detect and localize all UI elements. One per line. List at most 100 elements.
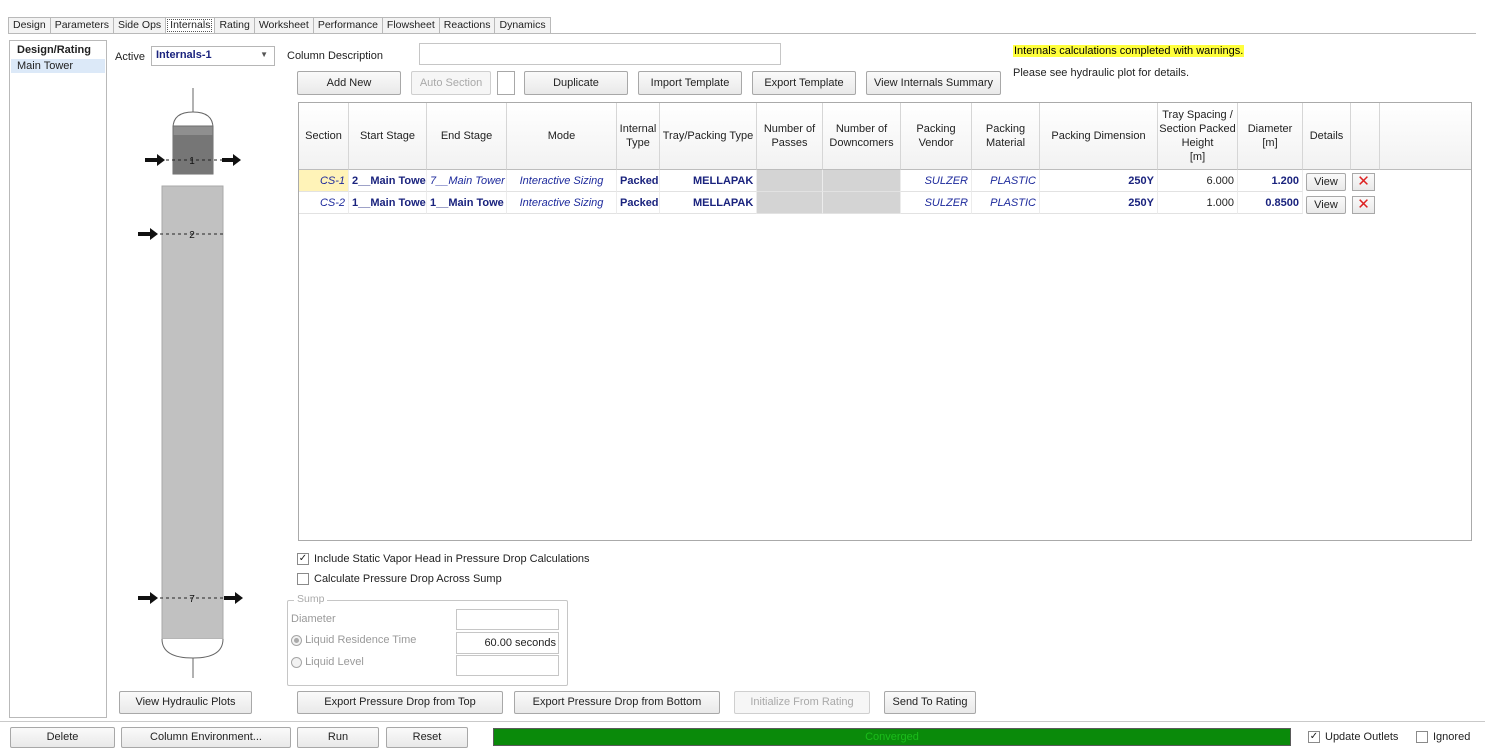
liquid-level-input[interactable] xyxy=(456,655,559,676)
add-new-button[interactable]: Add New xyxy=(297,71,401,95)
view-details-button[interactable]: View xyxy=(1306,173,1346,191)
update-outlets-option[interactable]: ✓ Update Outlets xyxy=(1308,731,1398,743)
run-button[interactable]: Run xyxy=(297,727,379,748)
stage-label-top: 1 xyxy=(189,156,195,167)
calculate-sump-checkbox[interactable] xyxy=(297,573,309,585)
view-details-button[interactable]: View xyxy=(1306,196,1346,214)
calculate-sump-label: Calculate Pressure Drop Across Sump xyxy=(314,573,502,585)
cell-passes xyxy=(757,170,823,192)
cell-packing-dimension[interactable]: 250Y xyxy=(1040,170,1158,192)
cell-diameter[interactable]: 1.200 xyxy=(1238,170,1303,192)
update-outlets-label: Update Outlets xyxy=(1325,731,1399,743)
delete-section-icon[interactable]: ✕ xyxy=(1352,196,1375,214)
cell-packing-vendor[interactable]: SULZER xyxy=(901,170,972,192)
cell-mode[interactable]: Interactive Sizing xyxy=(507,192,617,214)
header-internal-type: Internal Type xyxy=(617,103,660,170)
cell-packing-material[interactable]: PLASTIC xyxy=(972,192,1040,214)
tab-divider xyxy=(8,33,1476,34)
left-navigation: Design/Rating Main Tower xyxy=(9,40,107,718)
tab-rating[interactable]: Rating xyxy=(214,17,254,34)
view-hydraulic-plots-button[interactable]: View Hydraulic Plots xyxy=(119,691,252,714)
header-packing-dimension: Packing Dimension xyxy=(1040,103,1158,170)
tab-bar: Design Parameters Side Ops Internals Rat… xyxy=(8,17,551,34)
initialize-from-rating-button[interactable]: Initialize From Rating xyxy=(734,691,870,714)
header-tray-spacing: Tray Spacing / Section Packed Height [m] xyxy=(1158,103,1238,170)
column-environment-button[interactable]: Column Environment... xyxy=(121,727,291,748)
cell-start-stage[interactable]: 2__Main Towe xyxy=(349,170,427,192)
liquid-level-radio[interactable] xyxy=(291,656,302,668)
header-tray-packing-type: Tray/Packing Type xyxy=(660,103,757,170)
export-pressure-drop-top-button[interactable]: Export Pressure Drop from Top xyxy=(297,691,503,714)
cell-tray-spacing[interactable]: 1.000 xyxy=(1158,192,1238,214)
tab-dynamics[interactable]: Dynamics xyxy=(494,17,551,34)
tab-parameters[interactable]: Parameters xyxy=(49,17,113,34)
tab-design[interactable]: Design xyxy=(8,17,50,34)
tab-flowsheet[interactable]: Flowsheet xyxy=(381,17,439,34)
cell-mode[interactable]: Interactive Sizing xyxy=(507,170,617,192)
cell-diameter[interactable]: 0.8500 xyxy=(1238,192,1303,214)
include-static-vapor-label: Include Static Vapor Head in Pressure Dr… xyxy=(314,553,590,565)
cell-packing-material[interactable]: PLASTIC xyxy=(972,170,1040,192)
export-pressure-drop-bottom-button[interactable]: Export Pressure Drop from Bottom xyxy=(514,691,720,714)
cell-tray-packing-type[interactable]: MELLAPAK xyxy=(660,192,757,214)
liquid-residence-label: Liquid Residence Time xyxy=(305,634,417,646)
cell-end-stage[interactable]: 1__Main Towe xyxy=(427,192,507,214)
sump-diameter-input[interactable] xyxy=(456,609,559,630)
stage-label-middle: 2 xyxy=(189,230,195,241)
calculate-sump-option[interactable]: Calculate Pressure Drop Across Sump xyxy=(297,573,502,585)
nav-item-main-tower[interactable]: Main Tower xyxy=(11,59,105,73)
include-static-vapor-option[interactable]: ✓ Include Static Vapor Head in Pressure … xyxy=(297,553,590,565)
auto-section-count-input[interactable] xyxy=(497,71,515,95)
cell-internal-type[interactable]: Packed xyxy=(617,192,660,214)
header-end-stage: End Stage xyxy=(427,103,507,170)
delete-section-icon[interactable]: ✕ xyxy=(1352,173,1375,191)
tab-worksheet[interactable]: Worksheet xyxy=(253,17,313,34)
include-static-vapor-checkbox[interactable]: ✓ xyxy=(297,553,309,565)
header-passes: Number of Passes xyxy=(757,103,823,170)
warning-detail: Please see hydraulic plot for details. xyxy=(1013,67,1190,79)
delete-button[interactable]: Delete xyxy=(10,727,115,748)
cell-packing-vendor[interactable]: SULZER xyxy=(901,192,972,214)
cell-passes xyxy=(757,192,823,214)
liquid-residence-option[interactable]: Liquid Residence Time xyxy=(291,634,416,646)
header-mode: Mode xyxy=(507,103,617,170)
nav-heading: Design/Rating xyxy=(17,44,91,56)
ignored-checkbox[interactable] xyxy=(1416,731,1428,743)
status-bar: Converged xyxy=(493,728,1291,746)
tab-side-ops[interactable]: Side Ops xyxy=(112,17,166,34)
footer-divider xyxy=(0,721,1485,722)
warning-message: Internals calculations completed with wa… xyxy=(1013,45,1245,57)
update-outlets-checkbox[interactable]: ✓ xyxy=(1308,731,1320,743)
liquid-level-label: Liquid Level xyxy=(305,656,364,668)
cell-downcomers xyxy=(823,192,901,214)
reset-button[interactable]: Reset xyxy=(386,727,468,748)
send-to-rating-button[interactable]: Send To Rating xyxy=(884,691,976,714)
cell-tray-spacing[interactable]: 6.000 xyxy=(1158,170,1238,192)
export-template-button[interactable]: Export Template xyxy=(752,71,856,95)
header-diameter: Diameter [m] xyxy=(1238,103,1303,170)
liquid-level-option[interactable]: Liquid Level xyxy=(291,656,364,668)
internals-table: Section Start Stage End Stage Mode Inter… xyxy=(298,102,1472,541)
duplicate-button[interactable]: Duplicate xyxy=(524,71,628,95)
column-description-input[interactable] xyxy=(419,43,781,65)
liquid-residence-radio[interactable] xyxy=(291,634,302,646)
view-internals-summary-button[interactable]: View Internals Summary xyxy=(866,71,1001,95)
import-template-button[interactable]: Import Template xyxy=(638,71,742,95)
ignored-label: Ignored xyxy=(1433,731,1471,743)
active-internals-dropdown[interactable]: Internals-1 ▼ xyxy=(151,46,275,66)
tab-performance[interactable]: Performance xyxy=(312,17,382,34)
cell-section[interactable]: CS-2 xyxy=(299,192,349,214)
cell-end-stage[interactable]: 7__Main Tower xyxy=(427,170,507,192)
tab-internals[interactable]: Internals xyxy=(165,17,215,34)
tab-reactions[interactable]: Reactions xyxy=(438,17,495,34)
auto-section-button[interactable]: Auto Section xyxy=(411,71,491,95)
cell-internal-type[interactable]: Packed xyxy=(617,170,660,192)
warning-text: Internals calculations completed with wa… xyxy=(1013,45,1245,57)
cell-section[interactable]: CS-1 xyxy=(299,170,349,192)
cell-start-stage[interactable]: 1__Main Towe xyxy=(349,192,427,214)
cell-packing-dimension[interactable]: 250Y xyxy=(1040,192,1158,214)
column-description-label: Column Description xyxy=(287,50,383,62)
liquid-residence-input[interactable]: 60.00 seconds xyxy=(456,632,559,654)
ignored-option[interactable]: Ignored xyxy=(1416,731,1470,743)
cell-tray-packing-type[interactable]: MELLAPAK xyxy=(660,170,757,192)
